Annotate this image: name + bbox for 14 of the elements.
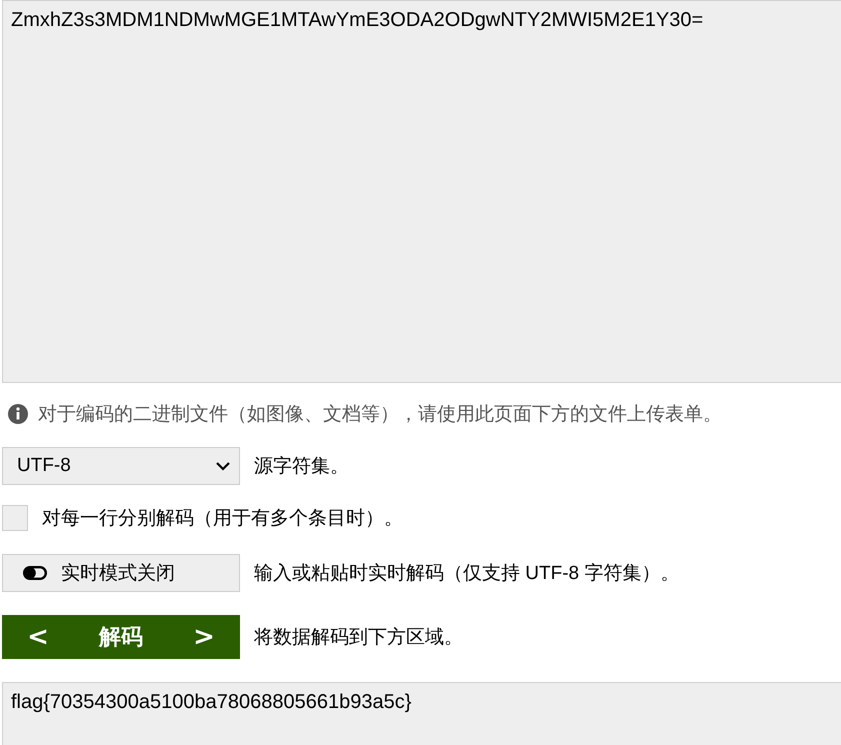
chevron-down-icon [215, 461, 231, 471]
info-icon [8, 404, 28, 424]
decode-label: 将数据解码到下方区域。 [254, 626, 463, 650]
per-line-label: 对每一行分别解码（用于有多个条目时）。 [42, 507, 403, 531]
live-mode-label: 输入或粘贴时实时解码（仅支持 UTF-8 字符集）。 [254, 562, 680, 586]
info-text: 对于编码的二进制文件（如图像、文档等），请使用此页面下方的文件上传表单。 [38, 403, 722, 427]
toggle-icon [23, 566, 47, 580]
per-line-checkbox[interactable] [2, 505, 28, 531]
base64-input-field[interactable]: ZmxhZ3s3MDM1NDMwMGE1MTAwYmE3ODA2ODgwNTY2MWI5M2E1Y30= [2, 0, 841, 383]
charset-select[interactable]: UTF-8 [2, 447, 240, 485]
output-field[interactable]: flag{70354300a5100ba78068805661b93a5c} [2, 682, 841, 745]
charset-label: 源字符集。 [254, 455, 349, 479]
decode-button[interactable]: < 解码 > [2, 615, 240, 659]
live-mode-button[interactable]: 实时模式关闭 [2, 554, 240, 592]
